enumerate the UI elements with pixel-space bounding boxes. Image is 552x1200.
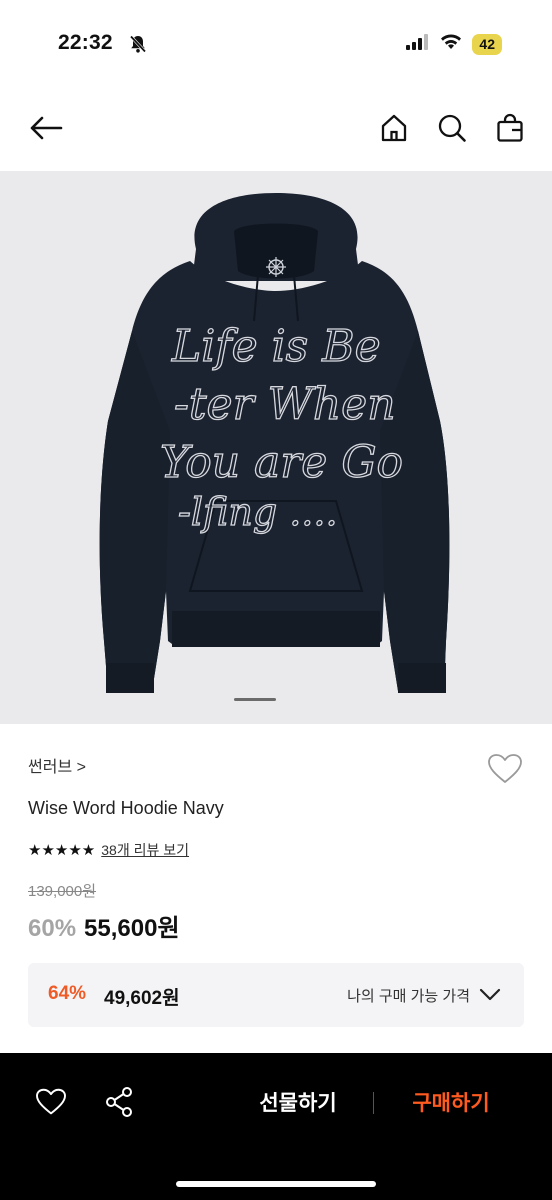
signal-icon (406, 34, 430, 55)
home-indicator (176, 1181, 376, 1187)
promo-discount: 64% (48, 983, 87, 1004)
wifi-icon (440, 34, 462, 55)
product-name: Wise Word Hoodie Navy (28, 798, 224, 818)
print-line-1: Life is Be (171, 321, 381, 372)
share-button[interactable] (98, 1083, 140, 1125)
sale-price: 55,600원 (84, 915, 180, 942)
promo-label: 나의 구매 가능 가격 (347, 988, 470, 1005)
brand-logo-emblem (266, 257, 286, 277)
home-icon (379, 113, 409, 148)
product-info: 썬러브 > Wise Word Hoodie Navy ★★★★★ 38개 리뷰… (28, 752, 524, 942)
my-price-dropdown[interactable]: 64% 49,602원 나의 구매 가능 가격 (28, 963, 524, 1027)
print-line-2: -ter When (174, 379, 396, 430)
bottom-wishlist-button[interactable] (30, 1083, 72, 1125)
status-bar: 22:32 42 (0, 0, 552, 90)
mute-bell-icon (128, 34, 148, 59)
share-icon (104, 1086, 134, 1123)
print-line-4: -lfing .... (178, 490, 338, 534)
bottom-action-bar: 선물하기 구매하기 (0, 1053, 552, 1200)
search-button[interactable] (432, 110, 472, 150)
status-time: 22:32 (58, 31, 113, 54)
chevron-down-icon (478, 983, 502, 1007)
brand-link[interactable]: 썬러브 > (28, 752, 524, 778)
hoodie-illustration: Life is Be -ter When You are Go -lfing .… (99, 193, 450, 693)
print-line-3: You are Go (160, 437, 403, 488)
carousel-indicator (234, 698, 276, 701)
heart-outline-icon (487, 753, 523, 790)
top-nav-bar (0, 96, 552, 164)
search-icon (437, 113, 467, 148)
cart-button[interactable] (490, 110, 530, 150)
home-button[interactable] (374, 110, 414, 150)
heart-outline-icon (35, 1088, 67, 1121)
product-image-carousel[interactable]: Life is Be -ter When You are Go -lfing .… (0, 171, 552, 724)
rating-row: ★★★★★ 38개 리뷰 보기 (28, 840, 189, 860)
back-button[interactable] (26, 110, 66, 150)
shopping-bag-icon (495, 113, 525, 148)
promo-price: 49,602원 (104, 988, 180, 1009)
discount-rate: 60% (28, 915, 77, 942)
bottom-divider (373, 1092, 374, 1114)
rating-stars: ★★★★★ (28, 842, 96, 859)
wishlist-button[interactable] (486, 752, 524, 790)
gift-button[interactable]: 선물하기 (240, 1087, 356, 1117)
buy-button[interactable]: 구매하기 (392, 1087, 510, 1117)
original-price: 139,000원 (28, 883, 97, 900)
battery-indicator: 42 (472, 34, 502, 55)
arrow-left-icon (29, 116, 63, 145)
price-row: 60% 55,600원 (28, 908, 180, 943)
review-link[interactable]: 38개 리뷰 보기 (101, 840, 189, 860)
